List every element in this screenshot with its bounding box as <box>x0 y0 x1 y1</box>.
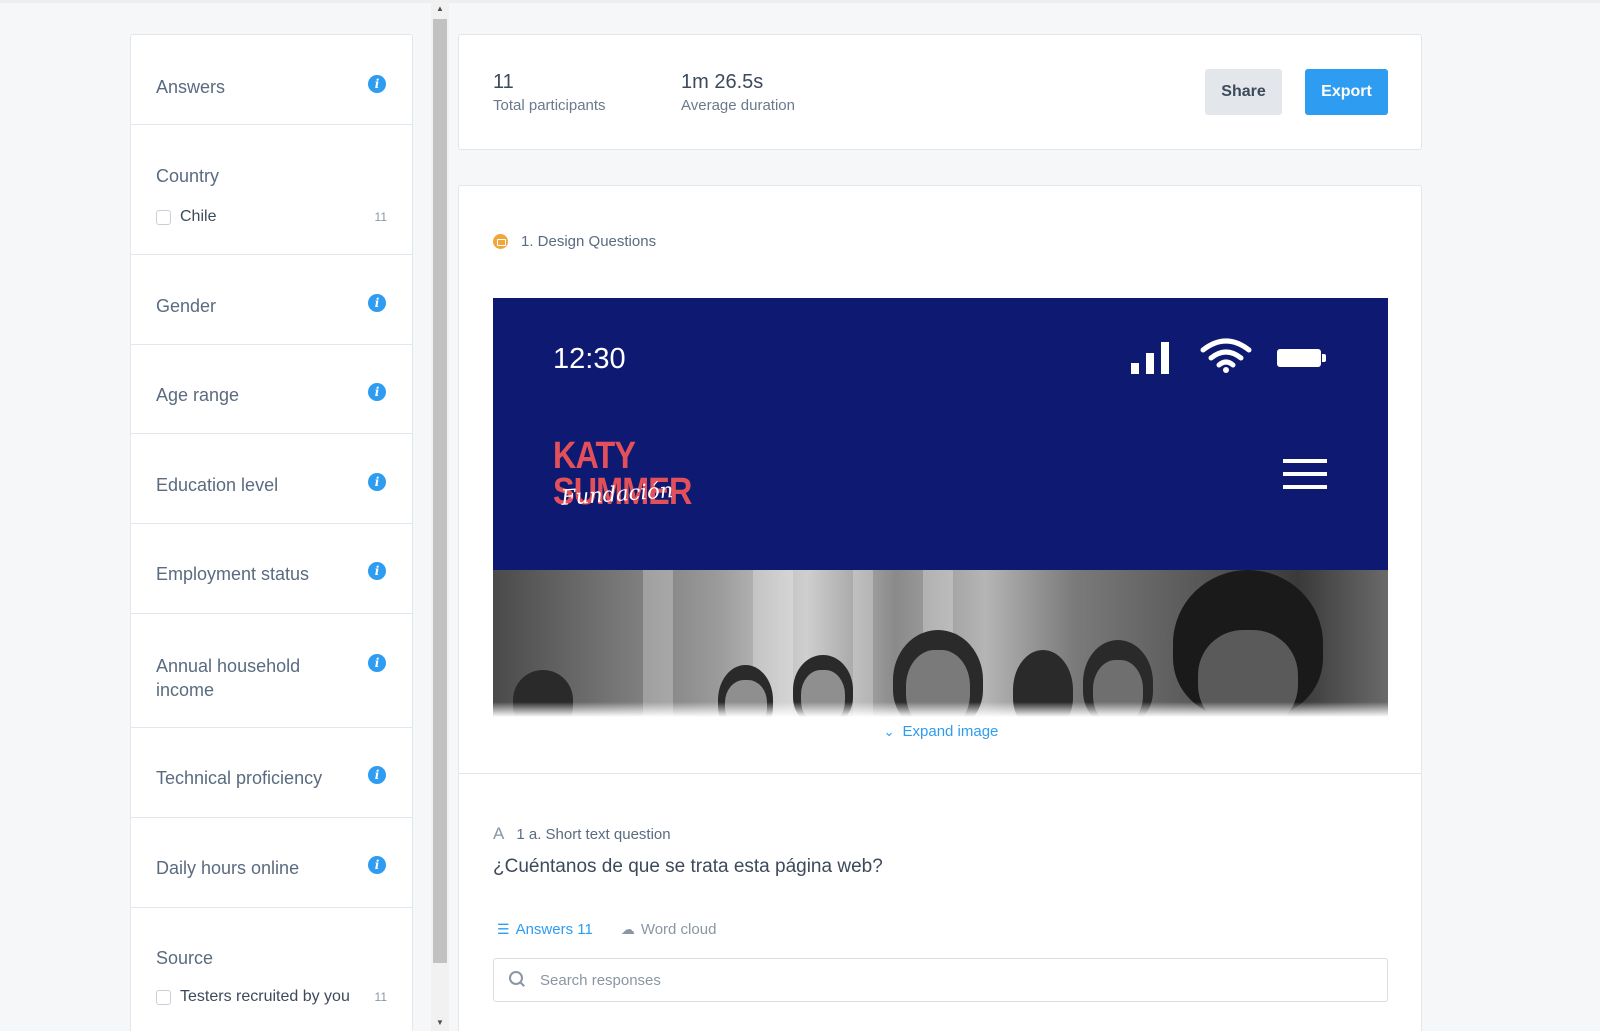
question-type-header: A 1 a. Short text question <box>493 824 671 844</box>
signal-icon <box>1131 342 1171 374</box>
stat-participants: 11 Total participants <box>493 71 606 114</box>
answer-view-tabs: ☰ Answers 11 ☁ Word cloud <box>497 921 744 938</box>
group-photo <box>493 570 1388 717</box>
stat-duration: 1m 26.5s Average duration <box>681 71 795 114</box>
scroll-down-arrow-icon[interactable]: ▼ <box>431 1014 449 1031</box>
info-icon[interactable]: i <box>368 383 386 401</box>
scrollbar-thumb[interactable] <box>433 19 447 963</box>
tab-answers[interactable]: ☰ Answers 11 <box>497 921 593 938</box>
filter-gender[interactable]: Gender i <box>131 255 412 345</box>
filter-label: Technical proficiency <box>156 768 323 788</box>
export-button[interactable]: Export <box>1305 69 1388 115</box>
scroll-up-arrow-icon[interactable]: ▲ <box>431 0 449 17</box>
filter-technical-proficiency[interactable]: Technical proficiency i <box>131 728 412 818</box>
filter-education-level[interactable]: Education level i <box>131 434 412 524</box>
filter-label: Annual household income <box>156 656 301 700</box>
section-title: 1. Design Questions <box>521 233 657 250</box>
info-icon[interactable]: i <box>368 75 386 93</box>
filter-label: Employment status <box>156 564 310 584</box>
section-header: 1. Design Questions <box>493 233 656 250</box>
filter-country: Country Chile 11 <box>131 125 412 255</box>
filter-daily-hours-online[interactable]: Daily hours online i <box>131 818 412 908</box>
filters-sidebar: Answers i Country Chile 11 Gender i Age … <box>130 34 413 1031</box>
info-icon[interactable]: i <box>368 856 386 874</box>
option-count: 11 <box>374 990 387 1004</box>
duration-value: 1m 26.5s <box>681 71 764 93</box>
filter-answers[interactable]: Answers i <box>131 35 412 125</box>
filter-label: Answers <box>156 77 226 97</box>
filter-label: Source <box>156 948 214 968</box>
question-text: ¿Cuéntanos de que se trata esta página w… <box>493 856 883 877</box>
share-button[interactable]: Share <box>1205 69 1282 115</box>
search-responses-box[interactable] <box>493 958 1388 1002</box>
logo-line-1: KATY <box>553 435 636 477</box>
filter-label: Country <box>156 166 220 186</box>
expand-image-label: Expand image <box>902 723 999 740</box>
design-image[interactable]: 12:30 KATY SUMMER Fundación <box>493 298 1388 717</box>
mock-time: 12:30 <box>553 343 626 375</box>
participants-value: 11 <box>493 71 514 93</box>
search-icon <box>508 970 528 990</box>
wifi-icon <box>1200 338 1252 373</box>
filter-label: Education level <box>156 475 279 495</box>
hamburger-menu-icon <box>1283 459 1327 489</box>
summary-card: 11 Total participants 1m 26.5s Average d… <box>458 34 1422 150</box>
checkbox[interactable] <box>156 209 171 225</box>
filter-employment-status[interactable]: Employment status i <box>131 524 412 614</box>
search-input[interactable] <box>540 971 1340 989</box>
chevron-down-icon: ⌄ <box>883 724 895 739</box>
option-label: Testers recruited by you <box>180 988 350 1005</box>
filter-label: Age range <box>156 385 240 405</box>
participants-label: Total participants <box>493 97 606 114</box>
filter-age-range[interactable]: Age range i <box>131 345 412 434</box>
option-count: 11 <box>374 210 387 224</box>
tab-word-cloud[interactable]: ☁ Word cloud <box>621 921 717 938</box>
option-label: Chile <box>180 208 217 225</box>
cloud-icon: ☁ <box>620 921 635 937</box>
question-type-label: 1 a. Short text question <box>516 825 671 843</box>
battery-icon <box>1277 349 1326 367</box>
list-icon: ☰ <box>497 921 510 937</box>
image-fade <box>493 702 1388 717</box>
filter-source: Source Testers recruited by you 11 <box>131 908 412 1031</box>
divider <box>459 773 1421 774</box>
top-border <box>0 0 1600 3</box>
filter-label: Gender <box>156 296 217 316</box>
sidebar-scrollbar[interactable]: ▲ ▼ <box>431 0 449 1031</box>
source-option-recruited[interactable]: Testers recruited by you 11 <box>156 988 387 1006</box>
filter-label: Daily hours online <box>156 858 300 878</box>
country-option-chile[interactable]: Chile 11 <box>156 208 387 226</box>
tab-answers-label: Answers 11 <box>515 921 593 938</box>
text-question-icon: A <box>493 824 505 843</box>
info-icon[interactable]: i <box>368 294 386 312</box>
info-icon[interactable]: i <box>368 766 386 784</box>
info-icon[interactable]: i <box>368 654 386 672</box>
filter-annual-household-income[interactable]: Annual household income i <box>131 614 412 728</box>
checkbox[interactable] <box>156 989 171 1005</box>
expand-image-link[interactable]: ⌄ Expand image <box>459 723 1421 740</box>
info-icon[interactable]: i <box>368 562 386 580</box>
info-icon[interactable]: i <box>368 473 386 491</box>
katy-summer-logo: KATY SUMMER Fundación <box>553 435 693 518</box>
mock-header: 12:30 KATY SUMMER Fundación <box>493 298 1388 570</box>
image-question-icon <box>493 234 508 249</box>
tab-word-cloud-label: Word cloud <box>640 921 717 938</box>
design-question-card: 1. Design Questions 12:30 KATY SUMMER Fu… <box>458 185 1422 1031</box>
duration-label: Average duration <box>681 97 795 114</box>
